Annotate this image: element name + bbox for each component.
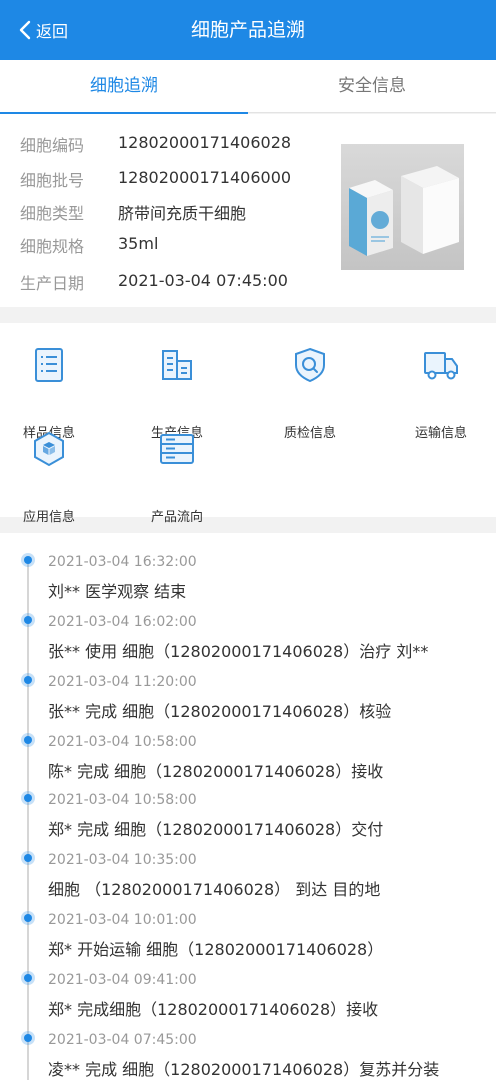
page-title: 细胞产品追溯 bbox=[190, 19, 305, 41]
timeline-entry: 2021-03-04 09:41:00 郑* 完成细胞（128020001714… bbox=[0, 951, 496, 1019]
timeline-dot bbox=[24, 676, 32, 684]
app-header: 返回 细胞产品追溯 bbox=[0, 0, 496, 60]
timeline-time: 2021-03-04 07:45:00 bbox=[48, 1032, 197, 1048]
timeline-entry: 2021-03-04 10:01:00 郑* 开始运输 细胞（128020001… bbox=[0, 891, 496, 959]
grid-item-production-info[interactable]: 生产信息 bbox=[117, 347, 237, 441]
product-box-image bbox=[341, 144, 464, 270]
info-label: 细胞类型 bbox=[20, 204, 85, 223]
shield-search-icon bbox=[295, 347, 325, 383]
tab-bar: 细胞追溯 安全信息 bbox=[0, 60, 496, 114]
product-image bbox=[341, 144, 464, 270]
timeline-dot bbox=[24, 616, 32, 624]
cell-info-card: 细胞编码 12802000171406028 细胞批号 128020001714… bbox=[0, 114, 496, 307]
timeline-dot bbox=[24, 974, 32, 982]
timeline-time: 2021-03-04 16:02:00 bbox=[48, 614, 197, 630]
timeline-entry: 2021-03-04 11:20:00 张** 完成 细胞（1280200017… bbox=[0, 653, 496, 721]
grid-item-qc-info[interactable]: 质检信息 bbox=[250, 347, 370, 441]
truck-icon bbox=[424, 352, 458, 380]
hexagon-cube-icon bbox=[34, 431, 64, 467]
timeline-entry: 2021-03-04 16:32:00 刘** 医学观察 结束 bbox=[0, 533, 496, 601]
info-row-code: 细胞编码 12802000171406028 bbox=[20, 132, 291, 156]
list-document-icon bbox=[35, 348, 63, 382]
timeline-time: 2021-03-04 10:01:00 bbox=[48, 912, 197, 928]
buildings-icon bbox=[162, 350, 192, 380]
timeline-entry: 2021-03-04 10:35:00 细胞 （1280200017140602… bbox=[0, 831, 496, 899]
timeline-text: 凌** 完成 细胞（12802000171406028）复苏并分装 bbox=[48, 1060, 440, 1079]
tab-cell-trace[interactable]: 细胞追溯 bbox=[0, 60, 248, 114]
timeline-dot bbox=[24, 794, 32, 802]
grid-item-transport-info[interactable]: 运输信息 bbox=[381, 347, 496, 441]
timeline-dot bbox=[24, 556, 32, 564]
layers-list-icon bbox=[160, 434, 194, 464]
timeline-dot bbox=[24, 914, 32, 922]
timeline-time: 2021-03-04 16:32:00 bbox=[48, 554, 197, 570]
timeline-time: 2021-03-04 10:58:00 bbox=[48, 734, 197, 750]
timeline-dot bbox=[24, 854, 32, 862]
info-row-type: 细胞类型 脐带间充质干细胞 bbox=[20, 200, 246, 224]
grid-label: 运输信息 bbox=[414, 426, 467, 441]
grid-label: 应用信息 bbox=[22, 510, 75, 525]
timeline-time: 2021-03-04 10:58:00 bbox=[48, 792, 197, 808]
info-row-date: 生产日期 2021-03-04 07:45:00 bbox=[20, 270, 288, 294]
grid-item-product-flow[interactable]: 产品流向 bbox=[117, 431, 237, 525]
timeline-dot bbox=[24, 1034, 32, 1042]
info-label: 细胞规格 bbox=[20, 237, 85, 256]
timeline-entry: 2021-03-04 10:58:00 陈* 完成 细胞（12802000171… bbox=[0, 713, 496, 781]
info-label: 细胞批号 bbox=[20, 171, 85, 190]
timeline-entry: 2021-03-04 16:02:00 张** 使用 细胞（1280200017… bbox=[0, 593, 496, 661]
grid-item-application-info[interactable]: 应用信息 bbox=[0, 431, 109, 525]
trace-timeline: 2021-03-04 16:32:00 刘** 医学观察 结束 2021-03-… bbox=[0, 533, 496, 1080]
grid-label: 产品流向 bbox=[150, 510, 203, 525]
timeline-dot bbox=[24, 736, 32, 744]
timeline-time: 2021-03-04 11:20:00 bbox=[48, 674, 197, 690]
info-value: 脐带间充质干细胞 bbox=[118, 204, 247, 223]
info-value: 2021-03-04 07:45:00 bbox=[118, 270, 288, 290]
info-label: 细胞编码 bbox=[20, 136, 85, 155]
timeline-entry: 2021-03-04 07:45:00 凌** 完成 细胞（1280200017… bbox=[0, 1011, 496, 1079]
info-value: 35ml bbox=[118, 233, 159, 253]
grid-item-sample-info[interactable]: 样品信息 bbox=[0, 347, 109, 441]
grid-label: 质检信息 bbox=[283, 426, 336, 441]
function-grid: 样品信息 生产信息 质检信息 运输信息 bbox=[0, 323, 496, 525]
timeline-time: 2021-03-04 09:41:00 bbox=[48, 972, 197, 988]
timeline-time: 2021-03-04 10:35:00 bbox=[48, 852, 197, 868]
info-label: 生产日期 bbox=[20, 274, 85, 293]
info-value: 12802000171406000 bbox=[118, 167, 292, 187]
info-row-spec: 细胞规格 35ml bbox=[20, 233, 158, 257]
tab-safety-info[interactable]: 安全信息 bbox=[248, 60, 496, 113]
timeline-entry: 2021-03-04 10:58:00 郑* 完成 细胞（12802000171… bbox=[0, 771, 496, 839]
info-row-batch: 细胞批号 12802000171406000 bbox=[20, 167, 291, 191]
info-value: 12802000171406028 bbox=[118, 132, 292, 152]
